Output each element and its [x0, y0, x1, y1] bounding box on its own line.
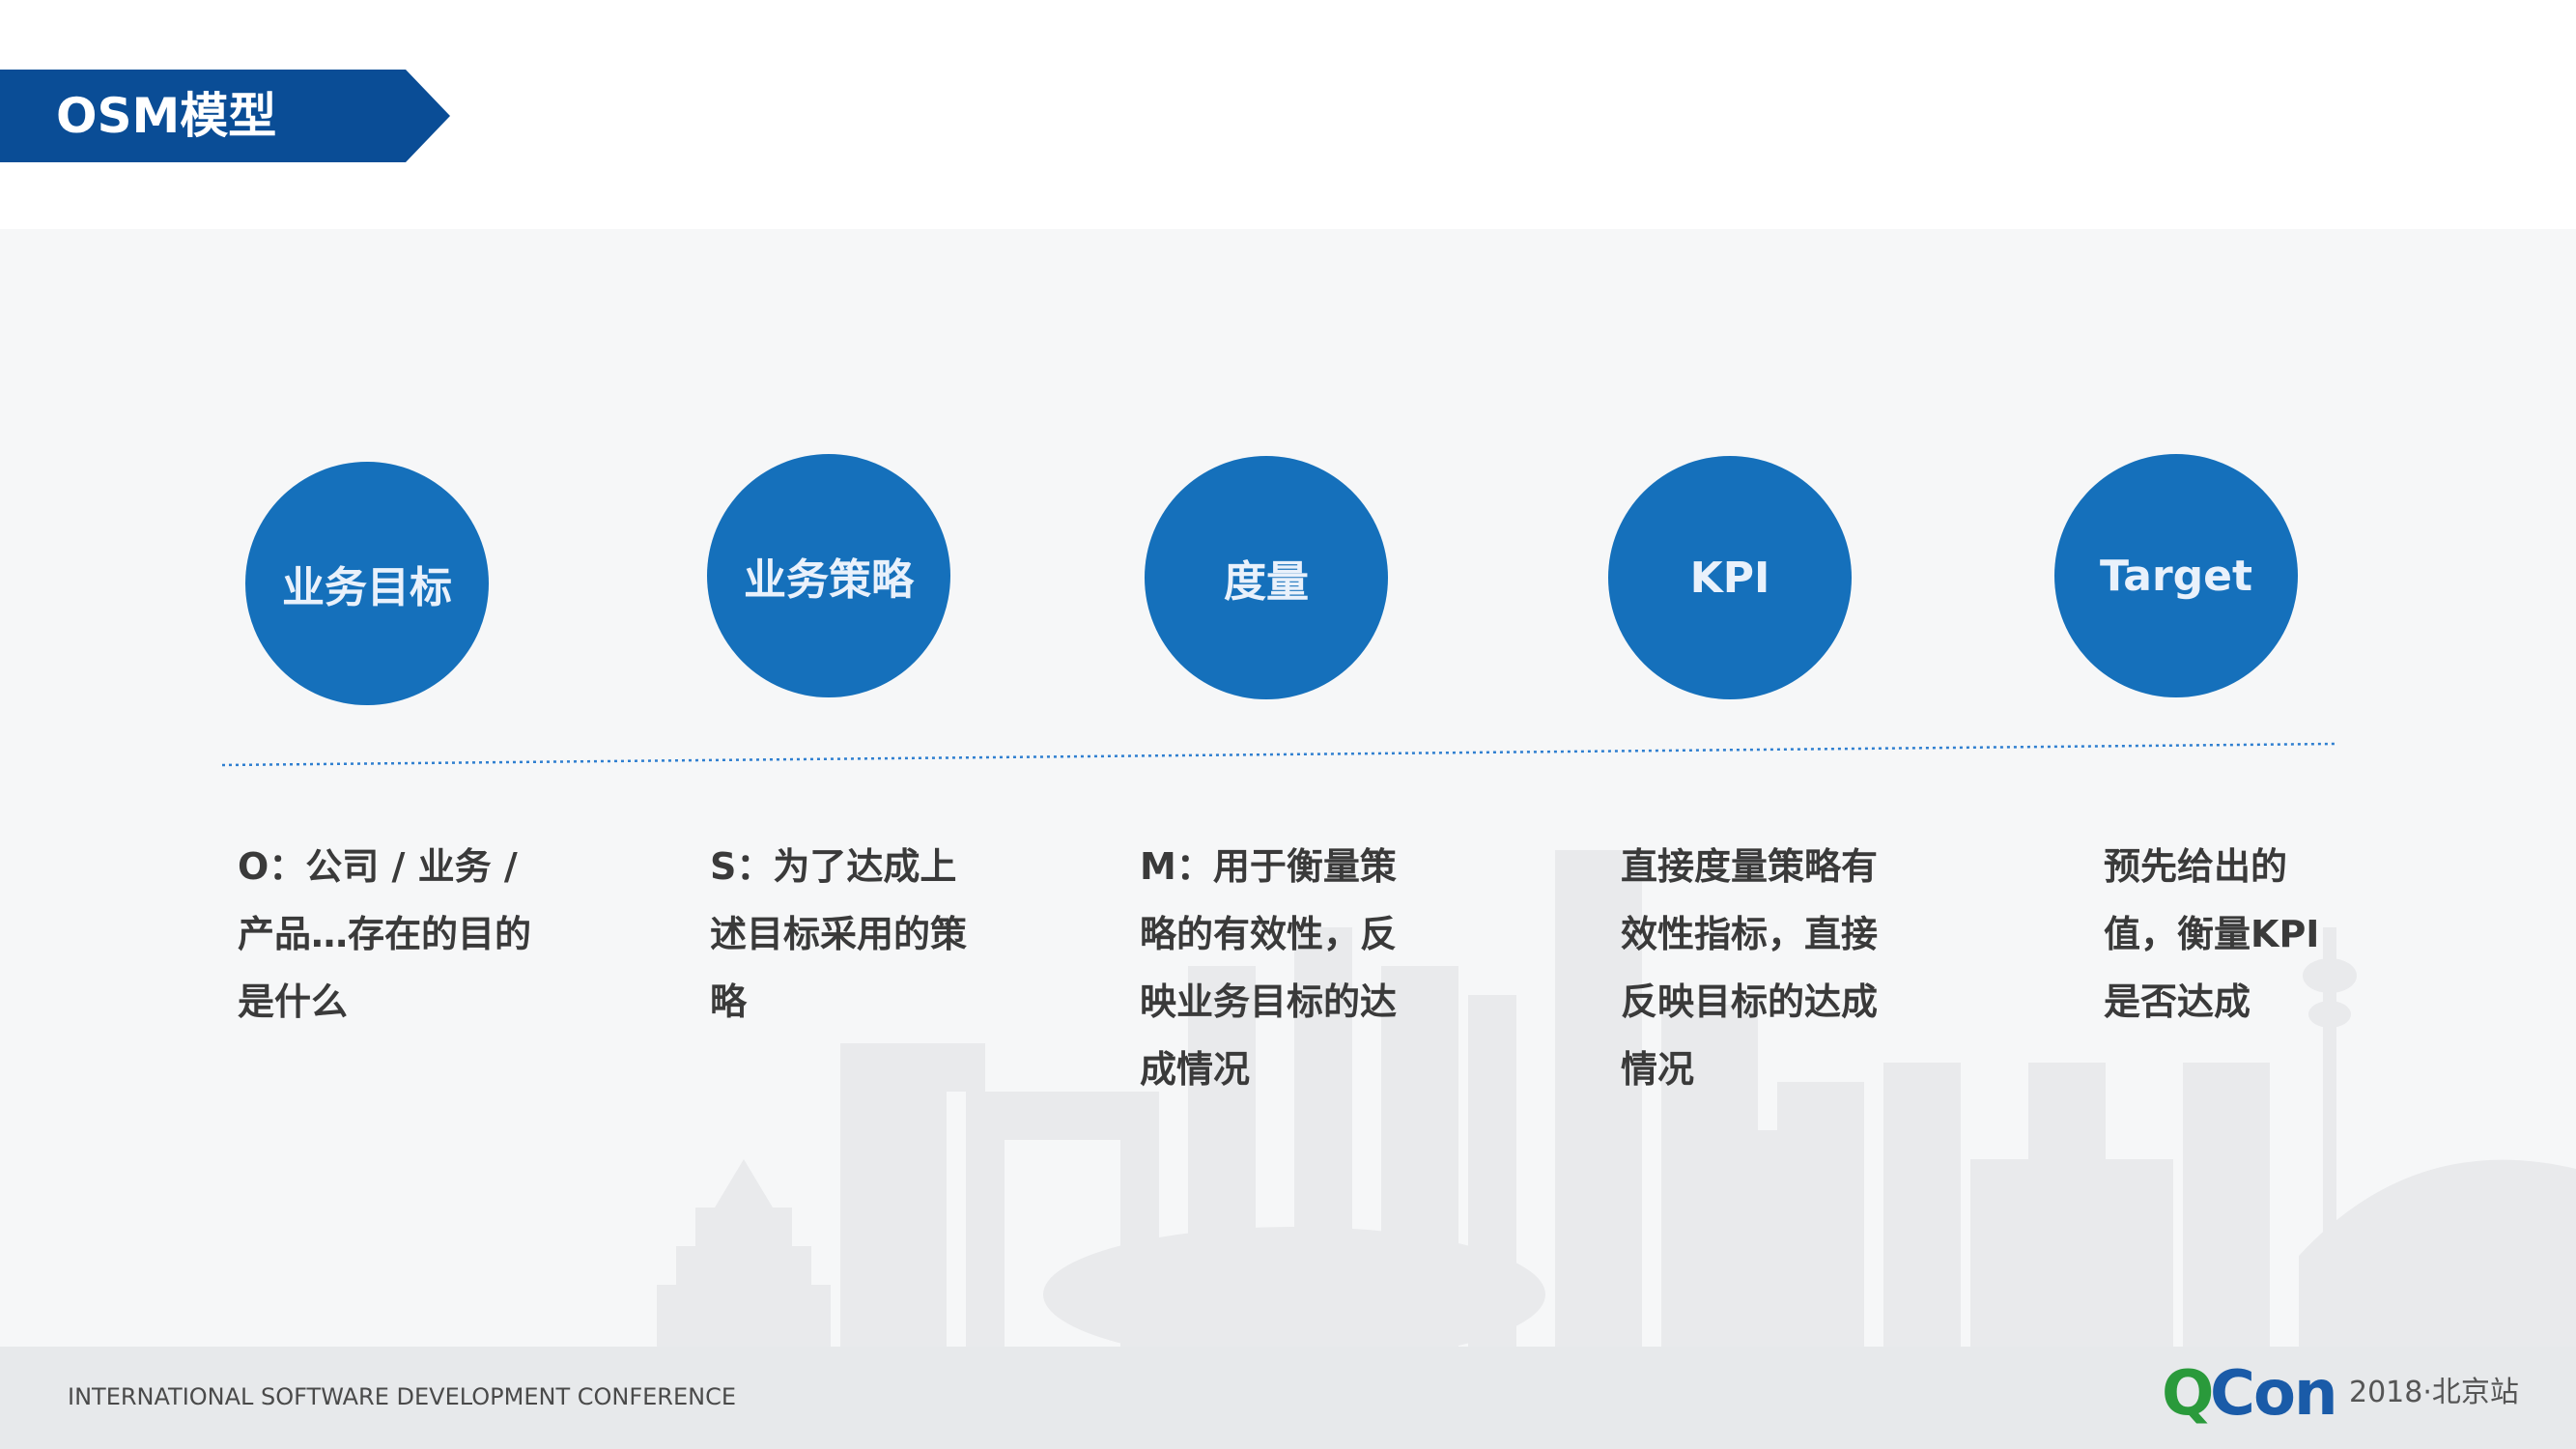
- description-line: 是什么: [238, 980, 349, 1023]
- description-line: 直接度量策略有: [1621, 845, 1879, 888]
- description-line: 略: [710, 980, 748, 1023]
- description-line: O：公司 / 业务 /: [238, 845, 518, 888]
- description-line: 情况: [1621, 1048, 1695, 1091]
- stage-description-target: 预先给出的 值，衡量KPI 是否达成: [2104, 833, 2403, 1036]
- description-line: 效性指标，直接: [1621, 913, 1879, 955]
- timeline-dotted-line: [221, 742, 2336, 767]
- stage-description-business-strategy: S：为了达成上 述目标采用的策 略: [710, 833, 1009, 1036]
- description-line: 是否达成: [2104, 980, 2251, 1023]
- description-line: 反映目标的达成: [1621, 980, 1879, 1023]
- description-line: S：为了达成上: [710, 845, 957, 888]
- qcon-logo-q: Q: [2162, 1358, 2215, 1430]
- qcon-logo-con: Con: [2210, 1358, 2337, 1430]
- description-line: 产品…存在的目的: [238, 913, 532, 955]
- conference-name: INTERNATIONAL SOFTWARE DEVELOPMENT CONFE…: [68, 1383, 737, 1410]
- description-line: M：用于衡量策: [1140, 845, 1397, 888]
- conference-edition: 2018·北京站: [2349, 1376, 2519, 1409]
- description-line: 略的有效性，反: [1140, 913, 1398, 955]
- description-line: 述目标采用的策: [710, 913, 968, 955]
- description-line: 预先给出的: [2104, 845, 2288, 888]
- stage-description-measurement: M：用于衡量策 略的有效性，反 映业务目标的达 成情况: [1140, 833, 1439, 1103]
- description-line: 映业务目标的达: [1140, 980, 1398, 1023]
- stage-description-business-goal: O：公司 / 业务 / 产品…存在的目的 是什么: [238, 833, 537, 1036]
- description-line: 成情况: [1140, 1048, 1251, 1091]
- description-line: 值，衡量KPI: [2104, 913, 2320, 955]
- stage-description-kpi: 直接度量策略有 效性指标，直接 反映目标的达成 情况: [1621, 833, 1920, 1103]
